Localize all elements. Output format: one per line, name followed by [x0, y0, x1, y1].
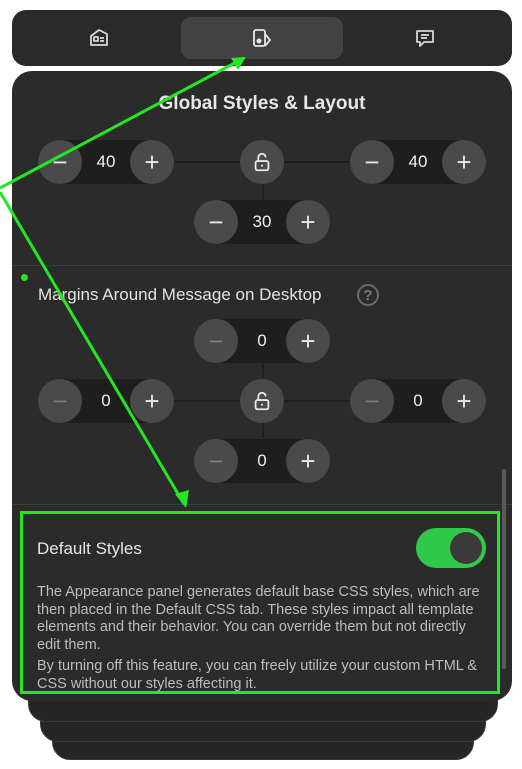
toggle-knob	[450, 532, 482, 564]
unlock-icon	[254, 391, 270, 411]
tab-messages[interactable]	[344, 17, 506, 59]
default-styles-title: Default Styles	[37, 539, 142, 558]
margin-left-value: 0	[101, 391, 111, 410]
default-styles-note: By turning off this feature, you can fre…	[37, 658, 478, 692]
help-icon[interactable]: ?	[357, 284, 379, 306]
paint-bucket-icon	[253, 29, 271, 47]
tab-appearance[interactable]	[181, 17, 343, 59]
global-styles-panel: Global Styles & Layout − 40 + − 40 + − 3…	[12, 71, 512, 701]
app-root: Global Styles & Layout − 40 + − 40 + − 3…	[0, 0, 522, 769]
padding-right-value: 40	[408, 152, 428, 171]
panel-scrollbar[interactable]	[502, 469, 506, 669]
padding-bottom-value: 30	[252, 212, 272, 231]
decrement-button[interactable]: −	[350, 379, 394, 423]
decrement-button[interactable]: −	[38, 379, 82, 423]
margin-bottom-value: 0	[257, 451, 267, 470]
section-divider	[12, 504, 512, 505]
padding-bottom-stepper: − 30 +	[194, 200, 330, 244]
decrement-button[interactable]: −	[194, 439, 238, 483]
top-tab-bar	[12, 10, 512, 66]
default-styles-section: Default Styles The Appearance panel gene…	[20, 511, 500, 694]
unlock-icon	[254, 152, 270, 172]
message-square-icon	[416, 30, 434, 47]
margins-lock-button[interactable]	[240, 379, 284, 423]
padding-lock-button[interactable]	[240, 140, 284, 184]
increment-button[interactable]: +	[442, 379, 486, 423]
margin-top-stepper: − 0 +	[194, 319, 330, 363]
default-styles-description: The Appearance panel generates default b…	[37, 584, 480, 653]
margins-connector-line	[262, 363, 264, 378]
padding-right-stepper: − 40 +	[350, 140, 486, 184]
decrement-button[interactable]: −	[194, 319, 238, 363]
layout-card-icon	[90, 29, 108, 46]
margin-right-stepper: − 0 +	[350, 379, 486, 423]
default-styles-toggle[interactable]	[416, 528, 486, 568]
increment-button[interactable]: +	[286, 200, 330, 244]
section-divider	[12, 265, 512, 266]
annotation-dot	[21, 274, 28, 281]
margins-label: Margins Around Message on Desktop	[38, 285, 322, 304]
panel-title: Global Styles & Layout	[158, 93, 366, 114]
padding-left-stepper: − 40 +	[38, 140, 174, 184]
increment-button[interactable]: +	[130, 379, 174, 423]
margin-right-value: 0	[413, 391, 423, 410]
increment-button[interactable]: +	[442, 140, 486, 184]
margin-bottom-stepper: − 0 +	[194, 439, 330, 483]
padding-left-value: 40	[96, 152, 116, 171]
margins-connector-line	[262, 423, 264, 438]
increment-button[interactable]: +	[286, 319, 330, 363]
margin-top-value: 0	[257, 331, 267, 350]
decrement-button[interactable]: −	[350, 140, 394, 184]
decrement-button[interactable]: −	[38, 140, 82, 184]
increment-button[interactable]: +	[130, 140, 174, 184]
increment-button[interactable]: +	[286, 439, 330, 483]
decrement-button[interactable]: −	[194, 200, 238, 244]
margin-left-stepper: − 0 +	[38, 379, 174, 423]
tab-layout[interactable]	[18, 17, 180, 59]
